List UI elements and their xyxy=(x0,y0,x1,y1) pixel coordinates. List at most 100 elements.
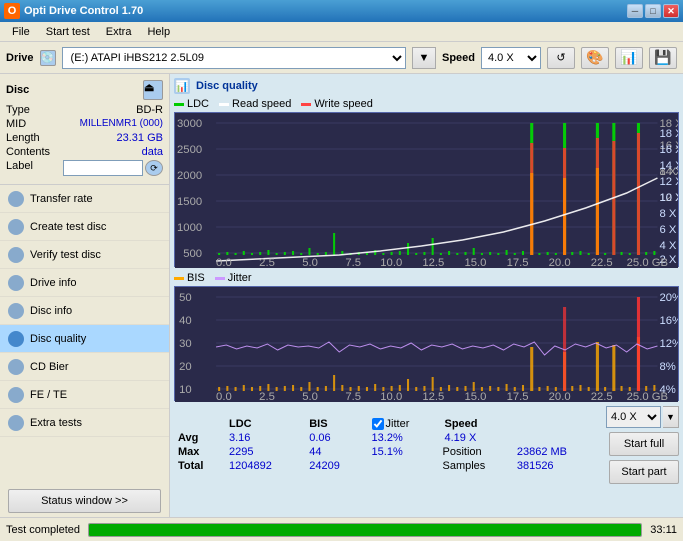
svg-text:5.0: 5.0 xyxy=(302,257,318,268)
drive-icon: 💿 xyxy=(40,50,56,66)
svg-text:17.5: 17.5 xyxy=(507,257,529,268)
disc-info-panel: Disc ⏏ Type BD-R MID MILLENMR1 (000) Len… xyxy=(0,74,169,185)
max-row: Max 2295 44 15.1% Position 23862 MB xyxy=(174,445,598,459)
svg-text:15.0: 15.0 xyxy=(464,391,486,402)
menu-extra[interactable]: Extra xyxy=(98,24,140,40)
speed-select-wrap: 4.0 X xyxy=(481,47,541,69)
chart-title-row: 📊 Disc quality xyxy=(174,78,679,94)
top-chart-svg: 3000 2500 2000 1500 1000 500 18 X 16 X 1… xyxy=(175,113,678,268)
disc-type-row: Type BD-R xyxy=(6,104,163,116)
svg-text:1500: 1500 xyxy=(177,196,202,208)
progress-bar-fill xyxy=(89,524,641,536)
bottom-chart-svg: 50 40 30 20 10 20% 16% 12% 8% 4% xyxy=(175,287,678,402)
bis-color-dot xyxy=(174,277,184,280)
sidebar-item-drive-info[interactable]: Drive info xyxy=(0,269,169,297)
speed-dropdown-arrow[interactable]: ▼ xyxy=(663,406,679,428)
refresh-drive-button[interactable]: ↺ xyxy=(547,47,575,69)
stats-header-row: LDC BIS Jitter Speed xyxy=(174,417,598,431)
disc-mid-row: MID MILLENMR1 (000) xyxy=(6,118,163,130)
svg-text:5.0: 5.0 xyxy=(302,391,318,402)
svg-text:20.0: 20.0 xyxy=(549,257,571,268)
svg-text:8%: 8% xyxy=(660,361,676,373)
sidebar-item-disc-quality[interactable]: Disc quality xyxy=(0,325,169,353)
top-chart: 3000 2500 2000 1500 1000 500 18 X 16 X 1… xyxy=(174,112,679,267)
svg-text:3000: 3000 xyxy=(177,118,202,130)
stats-area: LDC BIS Jitter Speed Avg 3.16 0.06 xyxy=(174,406,679,484)
svg-text:20%: 20% xyxy=(660,292,678,304)
disc-info-icon xyxy=(8,303,24,319)
drive-refresh-button[interactable]: ▼ xyxy=(412,47,436,69)
svg-text:16 X: 16 X xyxy=(660,144,678,156)
svg-text:2.5: 2.5 xyxy=(259,257,275,268)
disc-length-row: Length 23.31 GB xyxy=(6,132,163,144)
svg-text:22.5: 22.5 xyxy=(591,257,613,268)
cd-bier-icon xyxy=(8,359,24,375)
jitter-checkbox[interactable] xyxy=(372,418,384,430)
drive-select[interactable]: (E:) ATAPI iHBS212 2.5L09 xyxy=(62,47,406,69)
close-button[interactable]: ✕ xyxy=(663,4,679,18)
save-button[interactable]: 💾 xyxy=(649,47,677,69)
disc-quality-icon xyxy=(8,331,24,347)
start-part-button[interactable]: Start part xyxy=(609,460,679,484)
svg-text:25.0 GB: 25.0 GB xyxy=(627,391,668,402)
svg-text:10 X: 10 X xyxy=(660,192,678,204)
sidebar-item-cd-bier[interactable]: CD Bier xyxy=(0,353,169,381)
disc-eject-button[interactable]: ⏏ xyxy=(143,80,163,100)
legend-write-speed: Write speed xyxy=(301,98,373,110)
status-window-button[interactable]: Status window >> xyxy=(8,489,161,513)
speed-label: Speed xyxy=(442,52,475,64)
write-speed-color-dot xyxy=(301,103,311,106)
speed-select[interactable]: 4.0 X xyxy=(481,47,541,69)
svg-text:20: 20 xyxy=(179,361,192,373)
bottom-legend: BIS Jitter xyxy=(174,272,679,284)
speed-control: 4.0 X ▼ xyxy=(606,406,679,428)
svg-text:7.5: 7.5 xyxy=(345,391,361,402)
menu-file[interactable]: File xyxy=(4,24,38,40)
avg-row: Avg 3.16 0.06 13.2% 4.19 X xyxy=(174,431,598,445)
disc-panel-header: Disc ⏏ xyxy=(6,80,163,100)
sidebar-item-fe-te[interactable]: FE / TE xyxy=(0,381,169,409)
sidebar-item-extra-tests[interactable]: Extra tests xyxy=(0,409,169,437)
minimize-button[interactable]: ─ xyxy=(627,4,643,18)
start-full-button[interactable]: Start full xyxy=(609,432,679,456)
scan-speed-select[interactable]: 4.0 X xyxy=(606,406,661,428)
status-text: Test completed xyxy=(6,524,80,536)
svg-text:2500: 2500 xyxy=(177,144,202,156)
svg-text:10.0: 10.0 xyxy=(380,257,402,268)
sidebar-item-create-test-disc[interactable]: Create test disc xyxy=(0,213,169,241)
sidebar: Disc ⏏ Type BD-R MID MILLENMR1 (000) Len… xyxy=(0,74,170,517)
maximize-button[interactable]: □ xyxy=(645,4,661,18)
statusbar: Test completed 33:11 xyxy=(0,517,683,541)
svg-text:30: 30 xyxy=(179,338,192,350)
app-title: Opti Drive Control 1.70 xyxy=(24,5,627,17)
menu-start-test[interactable]: Start test xyxy=(38,24,98,40)
menu-help[interactable]: Help xyxy=(139,24,178,40)
right-controls: 4.0 X ▼ Start full Start part xyxy=(606,406,679,484)
legend-ldc: LDC xyxy=(174,98,209,110)
disc-label-row: Label ⟳ xyxy=(6,160,163,176)
top-legend: LDC Read speed Write speed xyxy=(174,98,679,110)
compare-button[interactable]: 📊 xyxy=(615,47,643,69)
sidebar-item-verify-test-disc[interactable]: Verify test disc xyxy=(0,241,169,269)
svg-text:0.0: 0.0 xyxy=(216,257,232,268)
disc-contents-row: Contents data xyxy=(6,146,163,158)
create-test-disc-icon xyxy=(8,219,24,235)
sidebar-item-disc-info[interactable]: Disc info xyxy=(0,297,169,325)
disc-label-icon[interactable]: ⟳ xyxy=(145,160,163,176)
svg-text:12.5: 12.5 xyxy=(422,391,444,402)
stats-table: LDC BIS Jitter Speed Avg 3.16 0.06 xyxy=(174,417,598,473)
svg-text:20.0: 20.0 xyxy=(549,391,571,402)
svg-text:2000: 2000 xyxy=(177,170,202,182)
svg-text:10.0: 10.0 xyxy=(380,391,402,402)
sidebar-item-transfer-rate[interactable]: Transfer rate xyxy=(0,185,169,213)
svg-text:12.5: 12.5 xyxy=(422,257,444,268)
disc-label-input[interactable] xyxy=(63,160,143,176)
jitter-checkbox-label[interactable]: Jitter xyxy=(372,418,433,430)
svg-text:22.5: 22.5 xyxy=(591,391,613,402)
svg-text:40: 40 xyxy=(179,315,192,327)
svg-text:500: 500 xyxy=(183,248,202,260)
color-button[interactable]: 🎨 xyxy=(581,47,609,69)
svg-text:2.5: 2.5 xyxy=(259,391,275,402)
svg-text:12%: 12% xyxy=(660,338,678,350)
svg-text:4 X: 4 X xyxy=(660,240,678,252)
